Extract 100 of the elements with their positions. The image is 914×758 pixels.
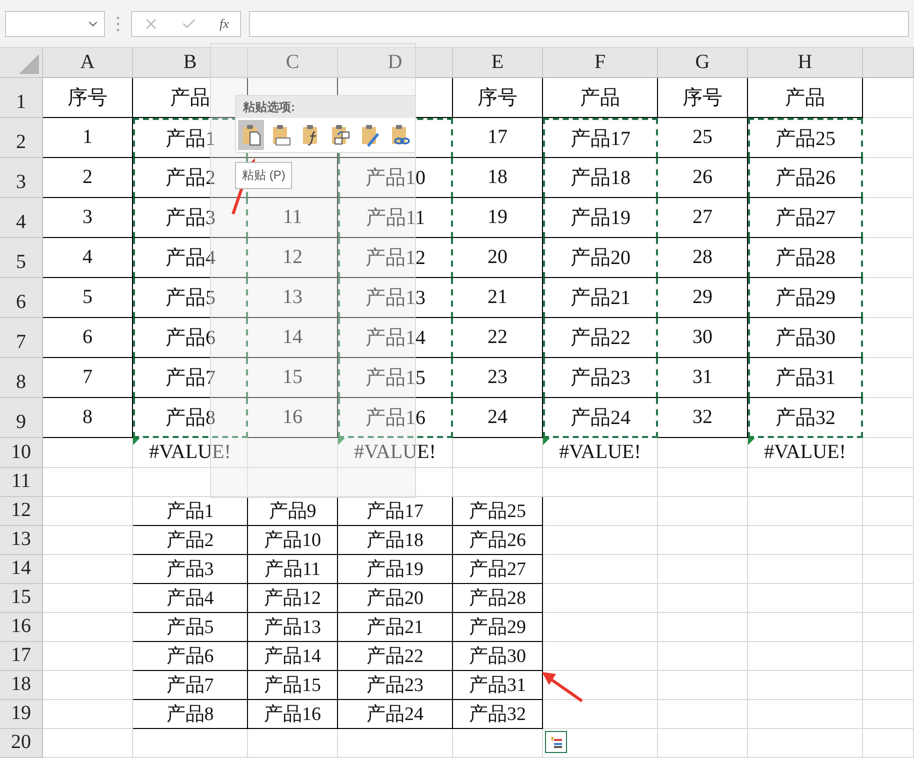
table-cell: 产品7 bbox=[133, 358, 248, 398]
quick-analysis-button[interactable] bbox=[545, 731, 567, 753]
column-header[interactable]: G bbox=[658, 48, 748, 78]
table-cell: 产品31 bbox=[748, 358, 863, 398]
table-cell bbox=[863, 497, 914, 526]
table-cell: 产品20 bbox=[338, 584, 453, 613]
table-cell: 产品8 bbox=[133, 398, 248, 438]
paste-option-button[interactable] bbox=[238, 120, 264, 150]
table-cell: 产品4 bbox=[133, 238, 248, 278]
table-cell: 产品20 bbox=[543, 238, 658, 278]
row-header[interactable]: 2 bbox=[0, 118, 43, 158]
table-cell: 产品12 bbox=[338, 238, 453, 278]
formula-field[interactable] bbox=[249, 10, 909, 36]
table-cell: 产品19 bbox=[543, 198, 658, 238]
row-header[interactable]: 14 bbox=[0, 555, 43, 584]
table-cell: 产品23 bbox=[543, 358, 658, 398]
table-cell: 产品7 bbox=[133, 671, 248, 700]
table-cell bbox=[863, 158, 914, 198]
table-cell: 序号 bbox=[658, 78, 748, 118]
table-cell: 11 bbox=[248, 198, 338, 238]
insert-function-button[interactable]: fx bbox=[220, 16, 229, 32]
table-cell: 产品18 bbox=[543, 158, 658, 198]
table-cell: 20 bbox=[453, 238, 543, 278]
table-cell: #VALUE! bbox=[338, 438, 453, 468]
table-cell: 产品15 bbox=[248, 671, 338, 700]
table-cell: 产品18 bbox=[338, 526, 453, 555]
table-cell: 产品24 bbox=[338, 700, 453, 729]
table-cell: 产品1 bbox=[133, 497, 248, 526]
table-cell: 27 bbox=[658, 198, 748, 238]
table-cell: 产品28 bbox=[453, 584, 543, 613]
row-header[interactable]: 16 bbox=[0, 613, 43, 642]
row-header[interactable]: 20 bbox=[0, 729, 43, 758]
table-cell: 产品26 bbox=[453, 526, 543, 555]
table-cell bbox=[863, 584, 914, 613]
table-cell: 产品29 bbox=[453, 613, 543, 642]
table-cell bbox=[863, 358, 914, 398]
row-header[interactable]: 19 bbox=[0, 700, 43, 729]
table-cell: 产品12 bbox=[248, 584, 338, 613]
table-cell: 1 bbox=[43, 118, 133, 158]
table-cell bbox=[863, 642, 914, 671]
table-cell: 产品16 bbox=[248, 700, 338, 729]
column-header[interactable]: F bbox=[543, 48, 658, 78]
table-cell: 产品14 bbox=[338, 318, 453, 358]
column-header[interactable]: C bbox=[248, 48, 338, 78]
table-cell bbox=[863, 729, 914, 758]
table-cell bbox=[863, 398, 914, 438]
row-header[interactable]: 8 bbox=[0, 358, 43, 398]
row-header[interactable]: 13 bbox=[0, 526, 43, 555]
table-cell: 23 bbox=[453, 358, 543, 398]
row-header[interactable]: 18 bbox=[0, 671, 43, 700]
column-header[interactable]: E bbox=[453, 48, 543, 78]
table-cell: 产品28 bbox=[748, 238, 863, 278]
table-cell: #VALUE! bbox=[133, 438, 248, 468]
table-cell bbox=[863, 278, 914, 318]
table-cell: 29 bbox=[658, 278, 748, 318]
table-cell bbox=[863, 318, 914, 358]
column-header[interactable]: A bbox=[43, 48, 133, 78]
table-cell: 26 bbox=[658, 158, 748, 198]
clipboard-link-icon bbox=[389, 123, 412, 147]
table-cell: 产品9 bbox=[248, 497, 338, 526]
row-header[interactable]: 9 bbox=[0, 398, 43, 438]
table-cell: 产品13 bbox=[338, 278, 453, 318]
table-cell: 产品15 bbox=[338, 358, 453, 398]
table-cell bbox=[863, 526, 914, 555]
table-cell: 产品14 bbox=[248, 642, 338, 671]
table-cell bbox=[863, 438, 914, 468]
table-cell: 8 bbox=[43, 398, 133, 438]
row-header[interactable]: 3 bbox=[0, 158, 43, 198]
table-cell: 22 bbox=[453, 318, 543, 358]
tooltip: 粘贴 (P) bbox=[235, 162, 292, 189]
row-header[interactable]: 1 bbox=[0, 78, 43, 118]
table-cell: 产品22 bbox=[543, 318, 658, 358]
row-header[interactable]: 6 bbox=[0, 278, 43, 318]
row-header[interactable]: 12 bbox=[0, 497, 43, 526]
row-header[interactable]: 15 bbox=[0, 584, 43, 613]
column-header bbox=[863, 48, 914, 78]
column-header[interactable]: D bbox=[338, 48, 453, 78]
table-cell bbox=[863, 118, 914, 158]
table-cell: 产品30 bbox=[748, 318, 863, 358]
table-cell: 14 bbox=[248, 318, 338, 358]
table-cell: 产品16 bbox=[338, 398, 453, 438]
table-cell bbox=[863, 238, 914, 278]
table-cell: 产品30 bbox=[453, 642, 543, 671]
row-header[interactable]: 7 bbox=[0, 318, 43, 358]
table-cell: 产品32 bbox=[748, 398, 863, 438]
row-header[interactable]: 5 bbox=[0, 238, 43, 278]
row-header[interactable]: 11 bbox=[0, 468, 43, 497]
table-cell: 产品25 bbox=[748, 118, 863, 158]
table-cell: 19 bbox=[453, 198, 543, 238]
row-header[interactable]: 4 bbox=[0, 198, 43, 238]
table-cell: 产品17 bbox=[543, 118, 658, 158]
column-header[interactable]: B bbox=[133, 48, 248, 78]
table-cell: #VALUE! bbox=[748, 438, 863, 468]
table-cell: 15 bbox=[248, 358, 338, 398]
row-header[interactable]: 17 bbox=[0, 642, 43, 671]
table-cell: 产品22 bbox=[338, 642, 453, 671]
table-cell bbox=[863, 555, 914, 584]
row-header[interactable]: 10 bbox=[0, 438, 43, 468]
column-header[interactable]: H bbox=[748, 48, 863, 78]
table-cell: 产品27 bbox=[453, 555, 543, 584]
